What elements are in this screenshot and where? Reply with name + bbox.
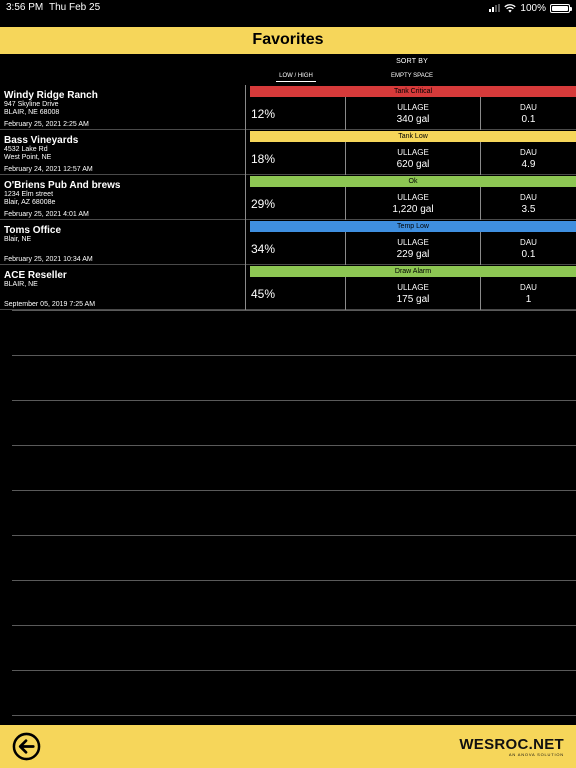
tank-level-percent: 12% — [251, 107, 276, 121]
tank-level-percent: 29% — [251, 197, 276, 211]
empty-row-divider — [12, 310, 576, 311]
tank-level-percent: 45% — [251, 287, 276, 301]
brand-logo: WESROC.NET AN ANOVA SOLUTION — [459, 736, 564, 757]
location-name: O'Briens Pub And brews — [4, 180, 121, 191]
ullage-label: ULLAGE — [397, 148, 429, 157]
column-divider — [245, 85, 246, 130]
dau-label: DAU — [520, 238, 537, 247]
empty-row-divider — [12, 580, 576, 581]
dau-value: 4.9 — [521, 159, 536, 170]
ullage-value: 620 gal — [396, 159, 430, 170]
status-indicators: 100% — [489, 2, 572, 14]
location-row[interactable]: Windy Ridge Ranch 947 Skyline Drive BLAIR,… — [0, 85, 576, 130]
last-reading-date: February 25, 2021 10:34 AM — [4, 256, 93, 263]
location-address-line1: 4532 Lake Rd — [4, 146, 48, 153]
location-address-line2: Blair, AZ 68008e — [4, 199, 56, 206]
location-address-line1: 947 Skyline Drive — [4, 101, 59, 108]
location-name: ACE Reseller — [4, 270, 67, 281]
location-name: Bass Vineyards — [4, 135, 79, 146]
dau-label: DAU — [520, 283, 537, 292]
empty-row-divider — [12, 670, 576, 671]
favorites-list: Windy Ridge Ranch 947 Skyline Drive BLAIR,… — [0, 85, 576, 310]
empty-row-divider — [12, 490, 576, 491]
sort-by-label: SORT BY — [396, 58, 428, 65]
page-title: Favorites — [252, 31, 324, 48]
empty-row-divider — [12, 445, 576, 446]
sort-empty-space-button[interactable]: EMPTY SPACE — [385, 73, 439, 79]
dau-label: DAU — [520, 103, 537, 112]
footer-bar: WESROC.NET AN ANOVA SOLUTION — [0, 725, 576, 768]
status-date: Thu Feb 25 — [49, 2, 101, 13]
column-divider — [245, 220, 246, 265]
last-reading-date: February 25, 2021 4:01 AM — [4, 211, 89, 218]
wifi-icon — [504, 3, 517, 12]
column-divider — [245, 265, 246, 310]
ullage-value: 1,220 gal — [392, 204, 434, 215]
dau-label: DAU — [520, 193, 537, 202]
dau-value: 3.5 — [521, 204, 536, 215]
dau-label: DAU — [520, 148, 537, 157]
last-reading-date: February 25, 2021 2:25 AM — [4, 121, 89, 128]
location-row[interactable]: Bass Vineyards 4532 Lake Rd West Point, NE… — [0, 130, 576, 175]
status-badge: Tank Low — [250, 131, 576, 142]
location-address-line1: Blair, NE — [4, 236, 32, 243]
last-reading-date: February 24, 2021 12:57 AM — [4, 166, 93, 173]
ullage-value: 229 gal — [396, 249, 430, 260]
location-name: Windy Ridge Ranch — [4, 90, 98, 101]
status-badge: Tank Critical — [250, 86, 576, 97]
status-bar: 3:56 PM Thu Feb 25 100% — [0, 0, 576, 18]
location-address-line2: West Point, NE — [4, 154, 52, 161]
ullage-label: ULLAGE — [397, 103, 429, 112]
ullage-value: 340 gal — [396, 114, 430, 125]
location-address-line1: 1234 Elm street — [4, 191, 54, 198]
status-badge: Temp Low — [250, 221, 576, 232]
column-divider — [245, 130, 246, 175]
dau-value: 0.1 — [521, 114, 536, 125]
location-name: Toms Office — [4, 225, 62, 236]
location-row[interactable]: ACE Reseller BLAIR, NE September 05, 2019 … — [0, 265, 576, 310]
status-badge: Ok — [250, 176, 576, 187]
status-time: 3:56 PM — [6, 2, 44, 13]
empty-row-divider — [12, 625, 576, 626]
dau-value: 0.1 — [521, 249, 536, 260]
empty-row-divider — [12, 715, 576, 716]
header-bar: Favorites — [0, 27, 576, 54]
location-address-line1: BLAIR, NE — [4, 281, 38, 288]
empty-list-area — [12, 310, 576, 724]
last-reading-date: September 05, 2019 7:25 AM — [4, 301, 96, 308]
dau-value: 1 — [525, 294, 532, 305]
ullage-value: 175 gal — [396, 294, 430, 305]
brand-name: WESROC.NET — [459, 736, 564, 753]
back-arrow-icon[interactable] — [12, 732, 41, 761]
location-row[interactable]: O'Briens Pub And brews 1234 Elm street Bla… — [0, 175, 576, 220]
column-divider — [245, 175, 246, 220]
empty-row-divider — [12, 355, 576, 356]
ullage-label: ULLAGE — [397, 193, 429, 202]
status-badge: Draw Alarm — [250, 266, 576, 277]
location-row[interactable]: Toms Office Blair, NE February 25, 2021 10… — [0, 220, 576, 265]
app-screen: 3:56 PM Thu Feb 25 100% Favorites SORT B… — [0, 0, 576, 768]
battery-percent: 100% — [520, 2, 546, 14]
ullage-label: ULLAGE — [397, 238, 429, 247]
empty-row-divider — [12, 535, 576, 536]
location-address-line2: BLAIR, NE 68008 — [4, 109, 60, 116]
tank-level-percent: 18% — [251, 152, 276, 166]
sort-low-high-button[interactable]: LOW / HIGH — [276, 73, 316, 82]
tank-level-percent: 34% — [251, 242, 276, 256]
empty-row-divider — [12, 400, 576, 401]
battery-icon — [550, 3, 572, 13]
ullage-label: ULLAGE — [397, 283, 429, 292]
cellular-signal-icon — [489, 4, 501, 12]
